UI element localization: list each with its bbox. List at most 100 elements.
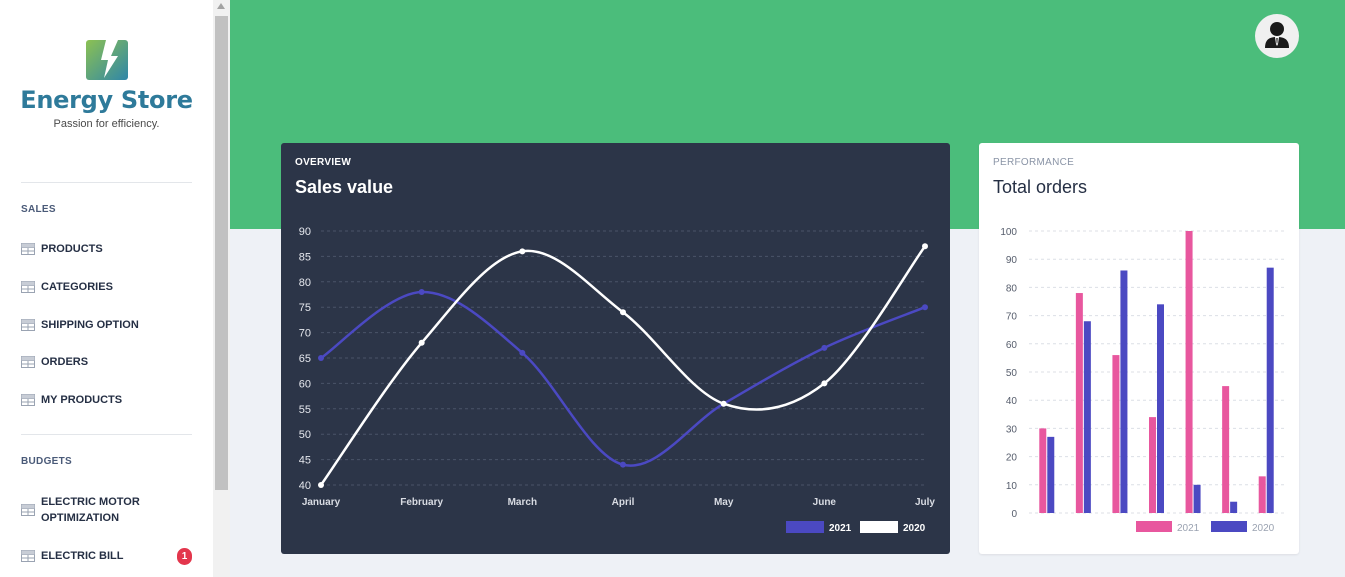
- y-tick-label: 50: [1006, 368, 1018, 379]
- y-tick-label: 40: [299, 480, 311, 492]
- series-line-2021: [320, 290, 926, 467]
- y-tick-label: 60: [299, 378, 311, 390]
- table-icon: [21, 243, 35, 255]
- y-tick-label: 60: [1006, 340, 1018, 351]
- y-tick-label: 45: [299, 455, 311, 467]
- bar-2021: [1185, 231, 1193, 513]
- brand-name: Energy Store: [20, 86, 193, 114]
- legend-swatch-2021: [1136, 521, 1172, 532]
- section-title-budgets: BUDGETS: [21, 456, 72, 467]
- sales-line-chart: 40 45 50 55 60 65 70 75 80 85 90 January February Mar…: [299, 226, 936, 534]
- user-avatar-icon[interactable]: [1255, 14, 1299, 58]
- bar-2021: [1258, 476, 1266, 513]
- x-tick-label: April: [612, 497, 635, 508]
- y-tick-label: 90: [299, 226, 311, 238]
- orders-bar-chart: 0 10 20 30 40 50 60 70 80 90 100 2021 2020: [1000, 227, 1285, 534]
- data-point: [519, 248, 526, 255]
- notification-badge: 1: [177, 547, 192, 565]
- sidebar-item-electric-bill[interactable]: ELECTRIC BILL 1: [21, 547, 192, 565]
- sidebar-item-label: SHIPPING OPTION: [41, 319, 139, 331]
- x-tick-label: February: [400, 497, 443, 508]
- sales-value-card: OVERVIEW Sales value 40 45 50 55 60 65 70 75 80 8…: [281, 143, 950, 554]
- total-orders-card: PERFORMANCE Total orders 0 10 20 30 40 50 60 70…: [979, 143, 1299, 554]
- sidebar: Energy Store Passion for efficiency. SAL…: [0, 0, 213, 577]
- bar-2021: [1112, 355, 1120, 513]
- y-tick-label: 70: [1006, 312, 1018, 323]
- y-tick-label: 50: [299, 429, 311, 441]
- y-tick-label: 80: [299, 277, 311, 289]
- x-tick-label: May: [714, 497, 734, 508]
- sidebar-item-orders[interactable]: ORDERS: [21, 356, 192, 368]
- data-point: [519, 349, 526, 356]
- bar-2021: [1039, 428, 1047, 513]
- bar-2021: [1075, 293, 1083, 513]
- sidebar-item-electric-motor-optimization[interactable]: ELECTRIC MOTOR OPTIMIZATION: [21, 494, 192, 526]
- sidebar-divider: [21, 182, 192, 183]
- data-point: [922, 243, 928, 250]
- legend-swatch-2021: [786, 521, 824, 533]
- legend-label: 2020: [903, 523, 926, 534]
- x-tick-label: January: [302, 497, 341, 508]
- bar-2020: [1120, 270, 1128, 513]
- brand-tagline: Passion for efficiency.: [53, 118, 160, 130]
- y-tick-label: 40: [1006, 396, 1018, 407]
- table-icon: [21, 356, 35, 368]
- section-title-sales: SALES: [21, 204, 56, 215]
- legend-label: 2021: [829, 523, 852, 534]
- sidebar-item-label: CATEGORIES: [41, 281, 113, 293]
- data-point: [821, 344, 828, 351]
- sidebar-item-label: MY PRODUCTS: [41, 394, 123, 406]
- data-point: [418, 288, 425, 295]
- sidebar-scrollbar[interactable]: [213, 0, 230, 577]
- sidebar-divider: [21, 434, 192, 435]
- bar-2020: [1230, 501, 1238, 513]
- table-icon: [21, 281, 35, 293]
- data-point: [620, 461, 626, 468]
- y-tick-label: 55: [299, 404, 311, 416]
- table-icon: [21, 319, 35, 331]
- legend-swatch-2020: [1211, 521, 1247, 532]
- scrollbar-thumb[interactable]: [215, 16, 228, 490]
- table-icon: [21, 394, 35, 406]
- sidebar-item-products[interactable]: PRODUCTS: [21, 243, 192, 255]
- data-point: [821, 380, 828, 387]
- bar-2021: [1149, 417, 1156, 513]
- x-tick-label: March: [508, 497, 537, 508]
- bar-2020: [1157, 304, 1164, 513]
- legend-label: 2021: [1177, 523, 1200, 534]
- y-tick-label: 90: [1006, 255, 1018, 266]
- x-tick-label: June: [813, 497, 837, 508]
- y-tick-label: 30: [1006, 424, 1018, 435]
- y-tick-label: 0: [1011, 509, 1017, 520]
- sidebar-item-shipping-option[interactable]: SHIPPING OPTION: [21, 319, 192, 331]
- lightning-logo-icon: [84, 36, 130, 82]
- scroll-up-arrow-icon[interactable]: [217, 3, 225, 9]
- sidebar-item-categories[interactable]: CATEGORIES: [21, 281, 192, 293]
- user-avatar-icon: [1265, 22, 1289, 48]
- y-tick-label: 75: [299, 302, 311, 314]
- bar-2021: [1222, 386, 1230, 513]
- sidebar-item-my-products[interactable]: MY PRODUCTS: [21, 394, 192, 406]
- data-point: [620, 309, 626, 316]
- data-point: [318, 355, 324, 361]
- y-tick-label: 10: [1006, 481, 1018, 492]
- brand-logo[interactable]: Energy Store Passion for efficiency.: [0, 36, 213, 130]
- sidebar-item-label: ORDERS: [41, 356, 89, 368]
- bar-2020: [1083, 321, 1091, 513]
- bar-2020: [1193, 484, 1201, 513]
- y-tick-label: 65: [299, 353, 311, 365]
- y-tick-label: 70: [299, 328, 311, 340]
- sidebar-item-label: ELECTRIC BILL: [41, 550, 124, 562]
- bar-2020: [1047, 436, 1055, 513]
- bar-2020: [1266, 267, 1274, 513]
- y-tick-label: 85: [299, 251, 311, 263]
- data-point: [720, 400, 727, 407]
- sidebar-item-label: PRODUCTS: [41, 243, 103, 255]
- y-tick-label: 20: [1006, 453, 1018, 464]
- data-point: [318, 482, 324, 488]
- table-icon: [21, 504, 35, 516]
- sidebar-item-label: ELECTRIC MOTOR OPTIMIZATION: [41, 496, 140, 524]
- y-tick-label: 80: [1006, 283, 1018, 294]
- y-tick-label: 100: [1000, 227, 1017, 238]
- x-tick-label: July: [915, 497, 935, 508]
